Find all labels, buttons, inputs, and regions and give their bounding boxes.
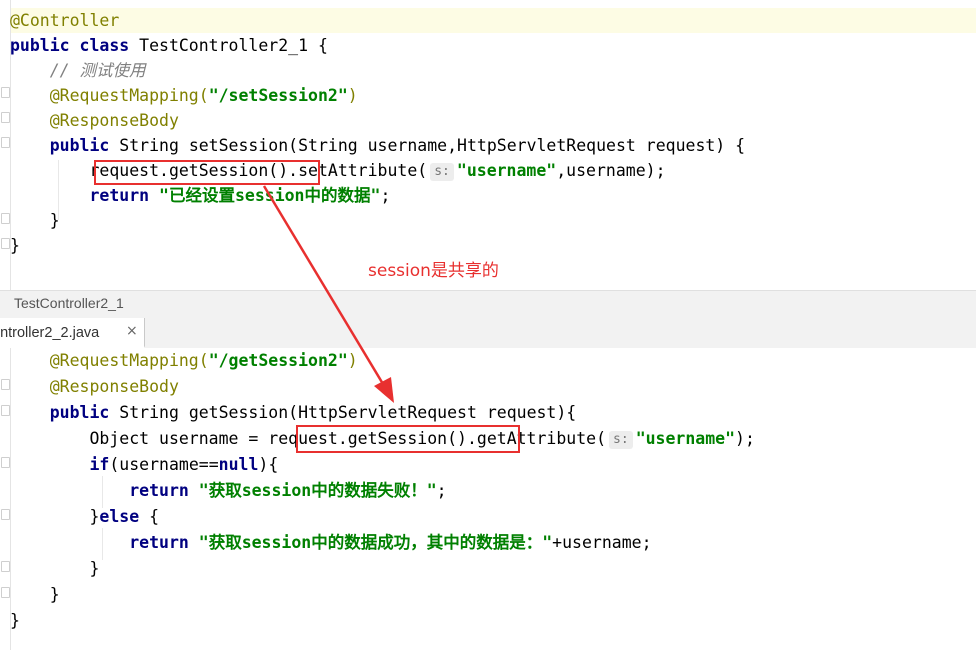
code-token: 中的数据	[304, 186, 371, 205]
code-token: "username"	[456, 161, 557, 180]
code-line[interactable]: }	[10, 233, 20, 258]
parameter-hint: s:	[430, 163, 454, 181]
fold-marker-icon[interactable]	[1, 587, 10, 598]
code-token: else	[99, 507, 150, 526]
fold-marker-icon[interactable]	[1, 112, 10, 123]
code-token: 中的数据成功，其中的数据是：	[311, 533, 543, 552]
code-token: {	[149, 507, 160, 526]
parameter-hint: s:	[609, 431, 633, 449]
code-line[interactable]: // 测试使用	[10, 58, 146, 83]
code-token: "/setSession2"	[208, 86, 348, 105]
code-token: }	[10, 611, 20, 630]
code-token: public	[10, 403, 120, 422]
code-token: null	[218, 455, 259, 474]
code-token: }	[10, 211, 60, 230]
code-token: @ResponseBody	[10, 111, 179, 130]
code-line[interactable]: @ResponseBody	[10, 374, 179, 399]
current-line-highlight	[0, 8, 976, 33]
code-line[interactable]: @Controller	[10, 8, 119, 33]
code-token: public	[10, 136, 120, 155]
tab-controller2-2-java[interactable]: ontroller2_2.java ×	[0, 318, 145, 348]
code-token: }	[10, 507, 100, 526]
fold-marker-icon[interactable]	[1, 87, 10, 98]
code-token: //	[10, 61, 80, 80]
code-token: "	[542, 533, 553, 552]
code-token: "	[159, 186, 169, 205]
fold-marker-icon[interactable]	[1, 213, 10, 224]
code-token: session	[241, 481, 312, 500]
code-token: @RequestMapping(	[10, 86, 209, 105]
breadcrumb-bar: TestController2_1	[0, 290, 976, 319]
code-token: "	[370, 186, 381, 205]
code-token: if	[89, 455, 110, 474]
close-icon[interactable]: ×	[126, 323, 138, 339]
code-token: String getSession(HttpServletRequest req…	[119, 403, 577, 422]
bottom-editor-pane[interactable]: @RequestMapping("/getSession2") @Respons…	[0, 348, 976, 650]
code-token: TestController2_1 {	[139, 36, 328, 55]
code-token: return	[10, 533, 199, 552]
code-line[interactable]: }else {	[10, 504, 159, 529]
code-line[interactable]: }	[10, 608, 20, 633]
tab-label: ontroller2_2.java	[0, 325, 100, 341]
top-editor-pane[interactable]: @Controller public class TestController2_…	[0, 0, 976, 290]
fold-marker-icon[interactable]	[1, 238, 10, 249]
code-token: }	[10, 559, 100, 578]
code-token: }	[10, 585, 60, 604]
code-line[interactable]: return "已经设置session中的数据";	[10, 183, 390, 208]
code-token: "	[198, 481, 209, 500]
highlight-box-getsession	[296, 425, 520, 453]
code-line[interactable]: return "获取session中的数据失败！";	[10, 478, 447, 503]
code-line[interactable]: }	[10, 582, 60, 607]
code-token: ;	[380, 186, 391, 205]
code-line[interactable]: if(username==null){	[10, 452, 278, 477]
editor-tab-strip: ontroller2_2.java ×	[0, 318, 976, 349]
code-token: )	[347, 351, 358, 370]
fold-marker-icon[interactable]	[1, 405, 10, 416]
code-token: 已经设置	[168, 186, 235, 205]
code-line[interactable]: @RequestMapping("/setSession2")	[10, 83, 358, 108]
fold-marker-icon[interactable]	[1, 561, 10, 572]
breadcrumb-class-name: TestController2_1	[14, 295, 124, 311]
code-token: 测试使用	[79, 61, 146, 80]
code-token: public class	[10, 36, 140, 55]
code-token: "	[426, 481, 437, 500]
fold-marker-icon[interactable]	[1, 379, 10, 390]
code-token: 中的数据失败！	[311, 481, 427, 500]
code-token: "/getSession2"	[208, 351, 348, 370]
annotation-label: session是共享的	[368, 261, 499, 281]
code-line[interactable]: }	[10, 208, 60, 233]
code-token: }	[10, 236, 20, 255]
fold-marker-icon[interactable]	[1, 509, 10, 520]
code-token: +username;	[552, 533, 652, 552]
code-token: 获取	[208, 533, 242, 552]
highlight-box-getsession	[94, 160, 320, 185]
code-token: 获取	[208, 481, 242, 500]
code-line[interactable]: public class TestController2_1 {	[10, 33, 328, 58]
code-token: "username"	[635, 429, 736, 448]
code-token: @Controller	[10, 11, 120, 30]
code-token: ;	[436, 481, 447, 500]
code-token: return	[10, 186, 160, 205]
code-token: return	[10, 481, 199, 500]
code-token: @ResponseBody	[10, 377, 179, 396]
code-token: (username==	[109, 455, 219, 474]
code-line[interactable]: @ResponseBody	[10, 108, 179, 133]
code-line[interactable]: }	[10, 556, 99, 581]
code-token: @RequestMapping(	[10, 351, 209, 370]
code-token: );	[735, 429, 755, 448]
code-line[interactable]: public String getSession(HttpServletRequ…	[10, 400, 577, 425]
code-token: ,username);	[556, 161, 666, 180]
code-token: "	[198, 533, 209, 552]
code-token: )	[347, 86, 358, 105]
code-token: ){	[258, 455, 279, 474]
code-line[interactable]: @RequestMapping("/getSession2")	[10, 348, 358, 373]
code-token: session	[241, 533, 312, 552]
fold-marker-icon[interactable]	[1, 137, 10, 148]
code-token: String setSession(String username,HttpSe…	[119, 136, 746, 155]
fold-marker-icon[interactable]	[1, 457, 10, 468]
code-token: session	[234, 186, 305, 205]
code-line[interactable]: public String setSession(String username…	[10, 133, 745, 158]
code-line[interactable]: return "获取session中的数据成功，其中的数据是："+usernam…	[10, 530, 652, 555]
